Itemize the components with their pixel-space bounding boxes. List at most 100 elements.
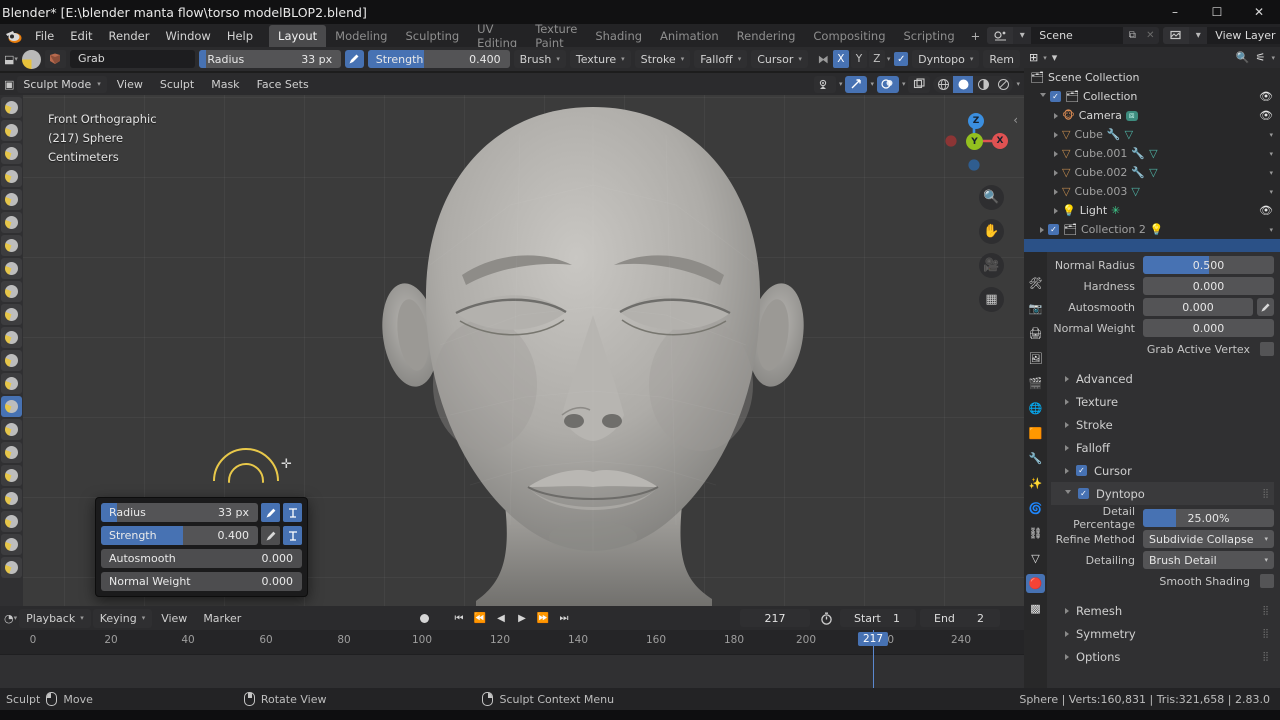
symmetry-chevron-icon[interactable]: ▾	[887, 55, 891, 63]
tool-inflate[interactable]	[1, 212, 22, 233]
popup-radius-slider[interactable]: Radius 33 px	[101, 503, 258, 522]
disclosure-triangle-icon[interactable]	[1054, 131, 1058, 138]
section-texture[interactable]: Texture	[1051, 390, 1274, 413]
prop-autosmooth-slider[interactable]: 0.000	[1143, 298, 1253, 316]
shading-wireframe-icon[interactable]	[933, 76, 953, 93]
shading-solid-icon[interactable]	[953, 75, 974, 93]
grab-active-vertex-checkbox[interactable]	[1260, 342, 1274, 356]
shading-chevron-icon[interactable]: ▾	[1016, 80, 1020, 88]
tool-snake-hook[interactable]	[1, 442, 22, 463]
outliner-row-camera[interactable]: 🐵 Camera ⧈ 👁	[1024, 106, 1280, 125]
maximize-button[interactable]: ☐	[1196, 0, 1238, 24]
minimize-button[interactable]: –	[1154, 0, 1196, 24]
add-workspace-button[interactable]: +	[964, 25, 988, 47]
prop-hardness-slider[interactable]: 0.000	[1143, 277, 1274, 295]
drag-dots-icon[interactable]: ⣿	[1262, 606, 1269, 616]
section-cursor[interactable]: ✓ Cursor	[1051, 459, 1274, 482]
cursor-menu[interactable]: Cursor ▾	[751, 50, 808, 68]
disclosure-triangle-icon[interactable]	[1054, 188, 1058, 195]
tool-grab[interactable]	[1, 396, 22, 417]
hidden-eye-icon[interactable]: ▾	[1269, 150, 1273, 158]
tab-world-icon[interactable]: 🌐	[1026, 399, 1045, 418]
camera-view-icon[interactable]: 🎥	[979, 253, 1004, 278]
popup-strength-pressure-icon[interactable]	[261, 526, 280, 545]
start-frame-field[interactable]: Start 1	[840, 609, 916, 627]
tool-scrape[interactable]	[1, 350, 22, 371]
tab-particles-icon[interactable]: ✨	[1026, 474, 1045, 493]
view-layer-selector[interactable]: ▾ View Layer ⧉ ✕	[1163, 27, 1280, 44]
hidden-eye-icon[interactable]: ▾	[1269, 226, 1273, 234]
tool-crease[interactable]	[1, 258, 22, 279]
remesh-button[interactable]: Rem	[983, 50, 1020, 68]
playback-menu[interactable]: Playback ▾	[19, 608, 91, 628]
tab-physics-icon[interactable]: 🌀	[1026, 499, 1045, 518]
menu-render[interactable]: Render	[101, 26, 158, 46]
mesh-data-icon[interactable]: ▽	[1131, 185, 1139, 198]
shading-material-icon[interactable]	[973, 76, 993, 93]
tab-render-icon[interactable]: 📷	[1026, 299, 1045, 318]
popup-strength-slider[interactable]: Strength 0.400	[101, 526, 258, 545]
popup-radius-pressure-icon[interactable]	[261, 503, 280, 522]
radius-slider[interactable]: Radius 33 px	[199, 50, 342, 68]
tab-scripting[interactable]: Scripting	[895, 25, 964, 47]
section-dyntopo[interactable]: ✓ Dyntopo ⣿	[1051, 482, 1274, 505]
hidden-eye-icon[interactable]: ▾	[1269, 169, 1273, 177]
viewport-editor-type[interactable]: ▣	[4, 78, 14, 91]
auto-keying-icon[interactable]	[818, 609, 835, 627]
eye-icon[interactable]: 👁	[1259, 204, 1273, 217]
drag-dots-icon[interactable]: ⣿	[1262, 489, 1269, 499]
tool-pose[interactable]	[1, 488, 22, 509]
object-visibility-icon[interactable]	[813, 75, 836, 93]
tab-texture-icon[interactable]: ▩	[1026, 599, 1045, 618]
tool-fill[interactable]	[1, 327, 22, 348]
popup-radius-unified-icon[interactable]	[283, 503, 302, 522]
wrench-icon[interactable]: 🔧	[1107, 128, 1121, 141]
viewport-menu-face-sets[interactable]: Face Sets	[250, 76, 316, 93]
editor-type-selector[interactable]: ⬓ ▾	[4, 53, 18, 66]
tool-pinch[interactable]	[1, 373, 22, 394]
outliner-display-mode[interactable]: ▾	[1052, 51, 1058, 64]
scene-duplicate-icon[interactable]: ⧉	[1123, 27, 1141, 44]
outliner-editor-icon[interactable]: ⊞	[1029, 51, 1038, 64]
navigation-gizmo[interactable]: Z Y X	[938, 105, 1010, 177]
tab-view-layer-icon[interactable]: 🖼	[1026, 349, 1045, 368]
tool-nudge[interactable]	[1, 511, 22, 532]
drag-dots-icon[interactable]: ⣿	[1262, 652, 1269, 662]
outliner-checkbox[interactable]: ✓	[1050, 91, 1061, 102]
menu-help[interactable]: Help	[219, 26, 261, 46]
wrench-icon[interactable]: 🔧	[1131, 166, 1145, 179]
timeline-menu-view[interactable]: View	[154, 609, 194, 628]
tool-simplify[interactable]	[1, 557, 22, 578]
tab-shading[interactable]: Shading	[586, 25, 651, 47]
tab-tool-icon[interactable]: 🛠	[1026, 274, 1045, 293]
tab-modifier-icon[interactable]: 🔧	[1026, 449, 1045, 468]
gizmo-axis-z[interactable]: Z	[968, 113, 984, 129]
jump-prev-keyframe-button[interactable]: ⏪	[471, 609, 489, 627]
tab-layout[interactable]: Layout	[269, 24, 327, 47]
gizmo-axis-y[interactable]: Y	[966, 133, 983, 150]
current-frame-field[interactable]: 217	[740, 609, 810, 627]
brush-datablock-icon[interactable]	[44, 50, 67, 68]
tab-rendering[interactable]: Rendering	[728, 25, 805, 47]
keying-menu[interactable]: Keying ▾	[92, 608, 153, 628]
viewport-3d[interactable]: Front Orthographic (217) Sphere Centimet…	[0, 95, 1024, 606]
cursor-checkbox[interactable]: ✓	[1076, 465, 1087, 476]
texture-menu[interactable]: Texture ▾	[569, 50, 631, 68]
close-button[interactable]: ✕	[1238, 0, 1280, 24]
tab-object-icon[interactable]: 🟧	[1026, 424, 1045, 443]
disclosure-triangle-icon[interactable]	[1054, 112, 1058, 119]
tab-sculpting[interactable]: Sculpting	[396, 25, 468, 47]
tab-animation[interactable]: Animation	[651, 25, 728, 47]
tab-constraints-icon[interactable]: ⛓	[1026, 524, 1045, 543]
tool-thumb[interactable]	[1, 465, 22, 486]
toggle-ortho-icon[interactable]: ▦	[979, 287, 1004, 312]
tab-data-icon[interactable]: ▽	[1026, 549, 1045, 568]
tool-blob[interactable]	[1, 235, 22, 256]
tool-layer[interactable]	[1, 189, 22, 210]
mesh-data-icon[interactable]: ▽	[1125, 128, 1133, 141]
symmetry-z-toggle[interactable]: Z	[868, 50, 885, 68]
eye-icon[interactable]: 👁	[1259, 109, 1273, 122]
menu-edit[interactable]: Edit	[62, 26, 100, 46]
properties-editor[interactable]: 🛠 📷 🖨 🖼 🎬 🌐 🟧 🔧 ✨ 🌀 ⛓ ▽ 🔴 ▩ Normal Radiu…	[1024, 252, 1280, 688]
hidden-eye-icon[interactable]: ▾	[1269, 188, 1273, 196]
